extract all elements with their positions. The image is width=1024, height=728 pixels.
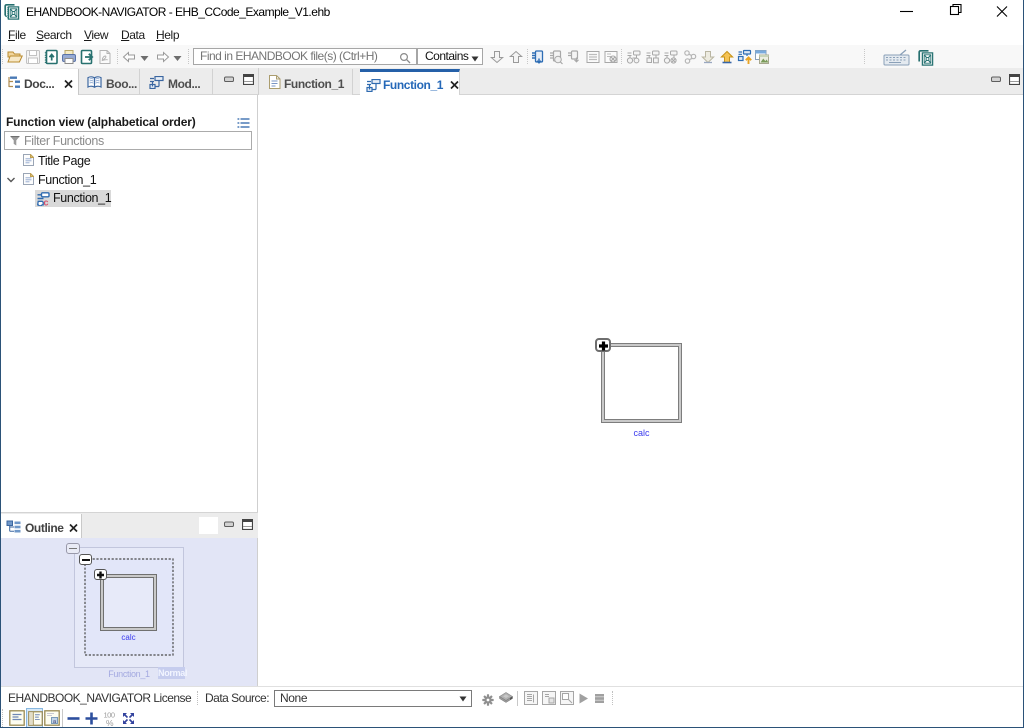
svg-text:c: c (44, 197, 49, 206)
svg-text:%: % (106, 718, 114, 727)
